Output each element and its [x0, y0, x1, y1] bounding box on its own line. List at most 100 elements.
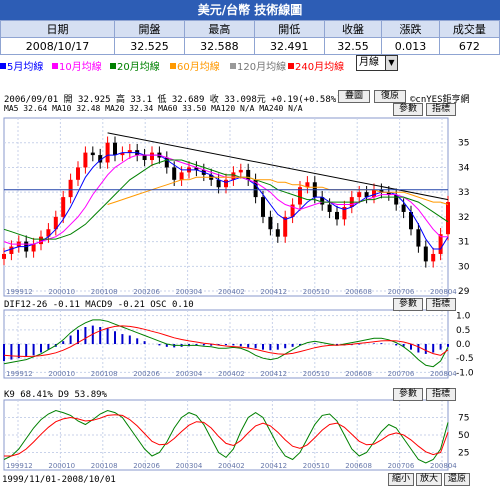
- price-param-button[interactable]: 參數: [393, 103, 423, 116]
- kd-x-tick-label: 199912: [6, 462, 33, 470]
- candle-body: [2, 253, 6, 259]
- quote-header-volume: 成交量: [438, 20, 500, 38]
- quote-change: 0.013: [381, 37, 440, 55]
- price-axis-label: 35: [458, 139, 469, 149]
- price-axis-label: 33: [458, 188, 469, 198]
- shrink-button[interactable]: 縮小: [388, 473, 414, 486]
- quote-high: 32.588: [183, 37, 255, 55]
- kd-indicator-button[interactable]: 指標: [426, 388, 456, 401]
- quote-table: 日期 開盤 最高 開低 收盤 漲跌 成交量 2008/10/17 32.525 …: [0, 20, 500, 55]
- ma-legend-item-5[interactable]: 5月均線: [0, 58, 43, 73]
- macd-axis-label: -0.5: [456, 354, 474, 364]
- macd-x-tick-label: 200206: [133, 370, 160, 378]
- kd-x-tick-label: 200108: [91, 462, 118, 470]
- price-x-tick-label: 200412: [260, 288, 287, 296]
- restore-button[interactable]: 復原: [374, 90, 406, 103]
- macd-axis-label: 0.5: [456, 326, 470, 336]
- kd-x-tick-label: 200706: [388, 462, 415, 470]
- candle-body: [90, 152, 95, 156]
- candle-body: [31, 244, 36, 252]
- quote-header-open: 開盤: [114, 20, 185, 38]
- price-x-tick-label: 200304: [176, 288, 203, 296]
- candle-body: [150, 152, 154, 161]
- ma-legend-item-10[interactable]: 10月均線: [52, 58, 102, 73]
- price-axis-label: 34: [458, 163, 470, 173]
- macd-info-line: DIF12-26 -0.11 MACD9 -0.21 OSC 0.10: [4, 300, 194, 310]
- price-x-tick-label: 200608: [345, 288, 372, 296]
- quote-date: 2008/10/17: [0, 37, 115, 55]
- ma-legend-item-60[interactable]: 60月均線: [170, 58, 220, 73]
- ma5-label: 5月均線: [7, 62, 44, 73]
- candle-body: [61, 197, 66, 217]
- price-x-tick-label: 200206: [133, 288, 160, 296]
- ma240-label: 240月均線: [295, 62, 345, 73]
- kd-axis-label: 25: [458, 449, 469, 459]
- candle-body: [142, 155, 147, 161]
- quote-header-low: 開低: [253, 20, 325, 38]
- kd-x-tick-label: 200010: [48, 462, 75, 470]
- ma60-label: 60月均線: [177, 62, 220, 73]
- ma-legend-item-20[interactable]: 20月均線: [110, 58, 160, 73]
- kd-axis-label: 75: [458, 414, 469, 424]
- macd-x-tick-label: 200510: [303, 370, 330, 378]
- kd-info-line: K9 68.41% D9 53.89%: [4, 390, 107, 400]
- ma5-swatch: [0, 62, 6, 69]
- macd-x-tick-label: 200412: [260, 370, 287, 378]
- enlarge-button[interactable]: 放大: [416, 473, 442, 486]
- price-x-tick-label: 200010: [48, 288, 75, 296]
- kd-axis-label: 50: [458, 431, 470, 441]
- ma60-swatch: [170, 62, 176, 69]
- candle-body: [216, 179, 221, 188]
- price-x-tick-label: 200510: [303, 288, 330, 296]
- candle-body: [76, 167, 80, 180]
- candle-body: [446, 202, 450, 235]
- ma240-swatch: [288, 62, 294, 69]
- ma20-label: 20月均線: [117, 62, 160, 73]
- candle-body: [113, 142, 117, 156]
- candle-body: [275, 229, 280, 237]
- price-indicator-button[interactable]: 指標: [426, 103, 456, 116]
- candle-body: [224, 179, 228, 188]
- candle-body: [335, 211, 339, 220]
- macd-x-tick-label: 200402: [218, 370, 245, 378]
- macd-axis-label: -1.0: [456, 368, 474, 378]
- overlay-button[interactable]: 疊圖: [338, 90, 370, 103]
- price-x-tick-label: 200706: [388, 288, 415, 296]
- period-select-value: 月線: [359, 57, 379, 68]
- candle-body: [9, 246, 14, 254]
- page-title: 美元/台幣 技術線圖: [0, 0, 500, 20]
- candle-body: [246, 169, 251, 180]
- candle-body: [372, 189, 376, 198]
- quote-close: 32.55: [323, 37, 383, 55]
- macd-x-tick-label: 199912: [6, 370, 33, 378]
- ma-legend-item-120[interactable]: 120月均線: [230, 58, 286, 73]
- macd-param-button[interactable]: 參數: [393, 298, 423, 311]
- quote-header-row: 日期 開盤 最高 開低 收盤 漲跌 成交量: [0, 20, 500, 38]
- price-x-tick-label: 200108: [91, 288, 118, 296]
- candle-body: [357, 192, 362, 198]
- chevron-down-icon[interactable]: ▼: [385, 56, 397, 70]
- period-select[interactable]: 月線 ▼: [356, 55, 398, 71]
- kd-x-tick-label: 200608: [345, 462, 372, 470]
- kd-param-button[interactable]: 參數: [393, 388, 423, 401]
- candle-body: [327, 204, 332, 212]
- ma120-label: 120月均線: [237, 62, 287, 73]
- quote-low: 32.491: [253, 37, 325, 55]
- macd-x-tick-label: 200304: [176, 370, 203, 378]
- macd-axis-label: 1.0: [456, 312, 471, 322]
- ma-legend-item-240[interactable]: 240月均線: [288, 58, 344, 73]
- price-x-tick-label: 199912: [6, 288, 33, 296]
- candle-body: [401, 204, 406, 212]
- price-x-tick-label: 200402: [218, 288, 245, 296]
- macd-x-tick-label: 200804: [430, 370, 457, 378]
- candle-body: [423, 246, 428, 262]
- ma-info-line: MA5 32.64 MA10 32.48 MA20 32.34 MA60 33.…: [4, 104, 303, 113]
- ma120-swatch: [230, 62, 236, 69]
- candle-body: [68, 179, 73, 198]
- candle-body: [83, 152, 88, 168]
- macd-indicator-button[interactable]: 指標: [426, 298, 456, 311]
- quote-header-high: 最高: [183, 20, 255, 38]
- ma10-label: 10月均線: [59, 62, 102, 73]
- candle-body: [268, 216, 273, 230]
- reset-view-button[interactable]: 還原: [444, 473, 470, 486]
